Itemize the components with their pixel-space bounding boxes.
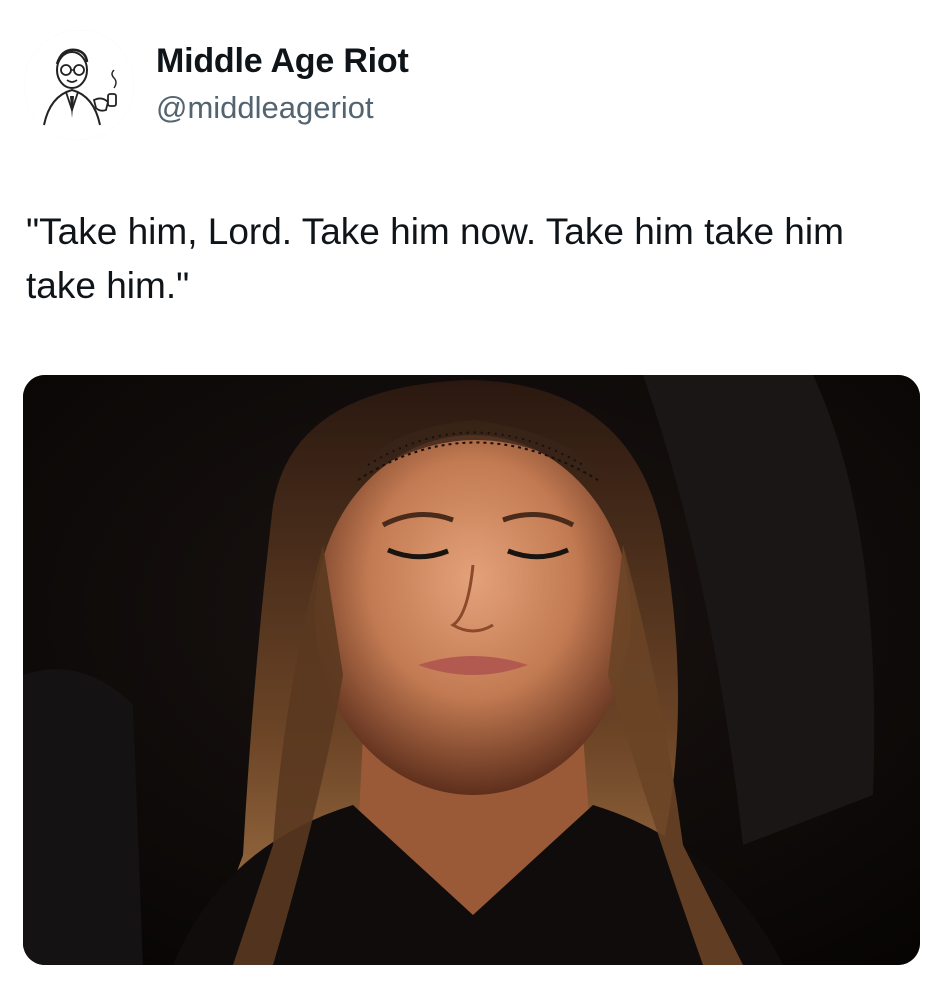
tweet-text: "Take him, Lord. Take him now. Take him … <box>26 211 844 306</box>
author-handle[interactable]: @middleageriot <box>156 90 374 126</box>
author-avatar[interactable] <box>24 30 134 140</box>
photo-image <box>23 375 920 965</box>
author-name[interactable]: Middle Age Riot <box>156 42 409 81</box>
tweet-media-photo[interactable] <box>23 375 920 965</box>
avatar-illustration-icon <box>24 30 134 140</box>
